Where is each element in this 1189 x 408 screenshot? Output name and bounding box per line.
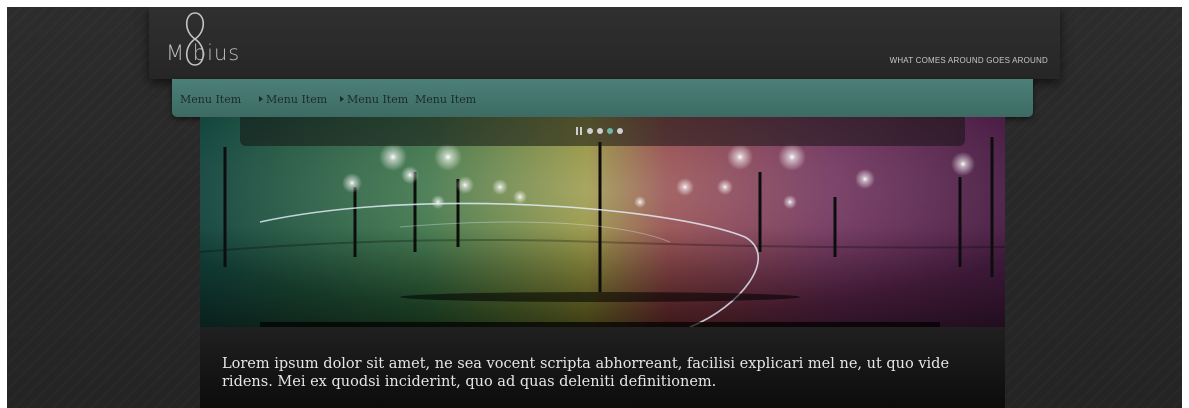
submenu-arrow-icon — [259, 96, 263, 102]
nav-menu-item-label: Menu Item — [180, 93, 242, 106]
slide-caption-text: Lorem ipsum dolor sit amet, ne sea vocen… — [222, 356, 950, 390]
hero-slideshow[interactable] — [200, 117, 1005, 327]
slide-dot-2[interactable] — [597, 128, 603, 134]
site-header: M bius WHAT COMES AROUND GOES AROUND — [149, 7, 1060, 79]
nav-menu-item-3[interactable]: Menu Item — [340, 93, 408, 106]
pause-icon[interactable] — [576, 127, 582, 135]
nav-menu-item-label: Menu Item — [415, 93, 477, 106]
slideshow-controls — [240, 117, 965, 146]
slide-dot-1[interactable] — [587, 128, 593, 134]
nav-menu-item-label: Menu Item — [266, 93, 328, 106]
site-tagline: WHAT COMES AROUND GOES AROUND — [889, 56, 1048, 65]
slide-dot-3-active[interactable] — [607, 128, 613, 134]
nav-menu-item-2[interactable]: Menu Item — [259, 93, 327, 106]
nav-menu-item-1[interactable]: Menu Item — [180, 93, 241, 106]
submenu-arrow-icon — [340, 96, 344, 102]
slide-caption-panel: Lorem ipsum dolor sit amet, ne sea vocen… — [200, 327, 1005, 408]
slide-dot-4[interactable] — [617, 128, 623, 134]
slide-image-parking-lot-lights — [200, 117, 1005, 327]
nav-menu-item-4[interactable]: Menu Item — [415, 93, 476, 106]
nav-menu-item-label: Menu Item — [347, 93, 409, 106]
page-frame: M bius WHAT COMES AROUND GOES AROUND Men… — [7, 7, 1182, 408]
main-navigation: Menu Item Menu Item Menu Item Menu Item — [172, 79, 1033, 117]
site-logo[interactable]: M bius — [166, 41, 240, 65]
